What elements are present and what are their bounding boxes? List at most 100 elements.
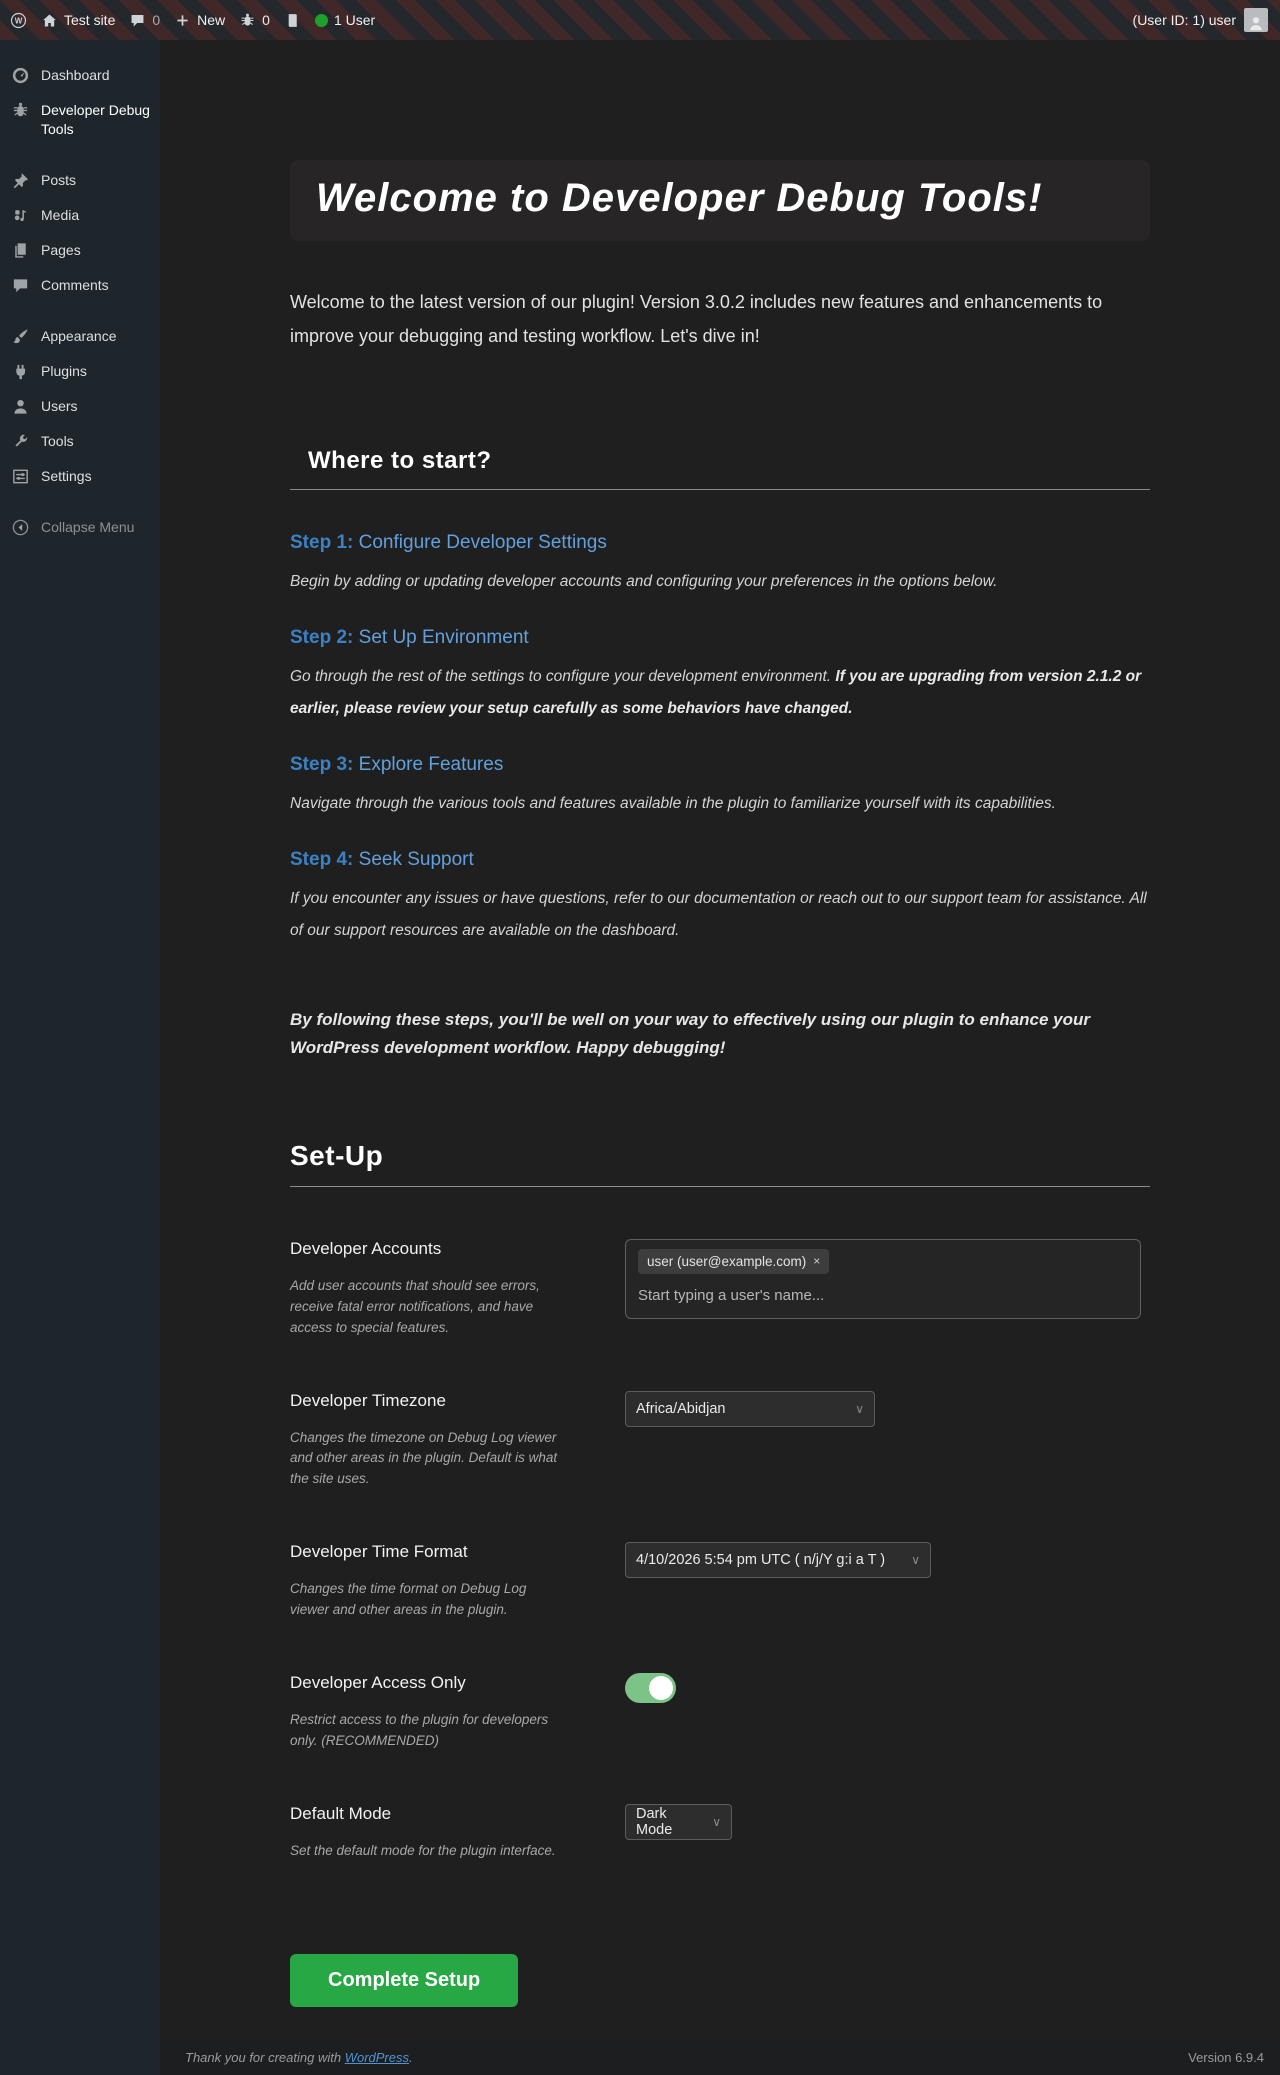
time-format-selected-value: 4/10/2026 5:54 pm UTC ( n/j/Y g:i a T ) [636, 1552, 885, 1568]
sidebar-item-label: Media [41, 206, 79, 225]
sidebar-item-label: Users [41, 397, 78, 416]
users-online-label: 1 User [334, 12, 375, 28]
page-title: Welcome to Developer Debug Tools! [316, 176, 1124, 221]
step-2: Step 2: Set Up Environment Go through th… [290, 627, 1150, 726]
sidebar-item-plugins[interactable]: Plugins [0, 354, 160, 389]
user-tag-label: user (user@example.com) [647, 1254, 806, 1269]
debug-count: 0 [262, 12, 270, 28]
developer-time-format-row: Developer Time Format Changes the time f… [290, 1542, 1150, 1621]
bug-icon [11, 101, 30, 120]
step-4: Step 4: Seek Support If you encounter an… [290, 849, 1150, 948]
new-content-menu[interactable]: New [174, 12, 225, 29]
plug-icon [11, 362, 30, 381]
new-label: New [197, 12, 225, 28]
developer-accounts-description: Add user accounts that should see errors… [290, 1276, 568, 1339]
sidebar-item-label: Plugins [41, 362, 87, 381]
footer-thanks-text: Thank you for creating with [185, 2050, 345, 2065]
step-description: Begin by adding or updating developer ac… [290, 573, 997, 590]
sidebar-item-tools[interactable]: Tools [0, 424, 160, 459]
default-mode-label: Default Mode [290, 1804, 625, 1824]
wordpress-link[interactable]: WordPress [345, 2050, 409, 2065]
where-to-start-title: Where to start? [290, 447, 1150, 475]
sidebar-item-label: Dashboard [41, 66, 110, 85]
developer-time-format-label: Developer Time Format [290, 1542, 625, 1562]
developer-timezone-select[interactable]: Africa/Abidjan ∨ [625, 1391, 875, 1427]
sidebar-item-media[interactable]: Media [0, 198, 160, 233]
developer-time-format-select[interactable]: 4/10/2026 5:54 pm UTC ( n/j/Y g:i a T ) … [625, 1542, 931, 1578]
admin-bar: W Test site 0 New 0 1 User (User ID: 1) … [0, 0, 1280, 40]
step-description: If you encounter any issues or have ques… [290, 890, 1147, 940]
developer-timezone-description: Changes the timezone on Debug Log viewer… [290, 1428, 568, 1491]
step-description: Go through the rest of the settings to c… [290, 668, 835, 685]
user-icon [11, 397, 30, 416]
step-title-link[interactable]: Set Up Environment [359, 627, 529, 648]
default-mode-select[interactable]: Dark Mode ∨ [625, 1804, 732, 1840]
step-prefix: Step 1: [290, 532, 353, 553]
complete-setup-button[interactable]: Complete Setup [290, 1954, 518, 2007]
sidebar-item-label: Tools [41, 432, 74, 451]
sidebar-item-developer-debug-tools[interactable]: Developer Debug Tools [0, 93, 160, 147]
step-title-link[interactable]: Configure Developer Settings [359, 532, 607, 553]
wrench-icon [11, 432, 30, 451]
person-icon [1247, 14, 1265, 32]
bug-icon [239, 12, 256, 29]
comments-shortcut[interactable]: 0 [129, 12, 160, 29]
sidebar-item-label: Settings [41, 467, 92, 486]
log-book-menu[interactable] [284, 12, 301, 29]
hero-banner: Welcome to Developer Debug Tools! [290, 160, 1150, 241]
avatar[interactable] [1244, 8, 1268, 32]
sidebar-item-posts[interactable]: Posts [0, 163, 160, 198]
sidebar-item-dashboard[interactable]: Dashboard [0, 58, 160, 93]
dashboard-icon [11, 66, 30, 85]
remove-tag-icon[interactable]: × [813, 1254, 820, 1268]
sidebar-item-users[interactable]: Users [0, 389, 160, 424]
default-mode-description: Set the default mode for the plugin inte… [290, 1841, 568, 1862]
step-title-link[interactable]: Explore Features [359, 754, 504, 775]
main-content: Welcome to Developer Debug Tools! Welcom… [160, 40, 1280, 2075]
intro-paragraph: Welcome to the latest version of our plu… [290, 285, 1150, 353]
sidebar-item-comments[interactable]: Comments [0, 268, 160, 303]
comment-icon [11, 276, 30, 295]
chevron-down-icon: ∨ [855, 1402, 864, 1416]
developer-timezone-label: Developer Timezone [290, 1391, 625, 1411]
developer-accounts-row: Developer Accounts Add user accounts tha… [290, 1239, 1150, 1339]
divider [290, 1186, 1150, 1187]
admin-sidebar: Dashboard Developer Debug Tools Posts Me… [0, 40, 160, 2075]
default-mode-row: Default Mode Set the default mode for th… [290, 1804, 1150, 1862]
chevron-down-icon: ∨ [911, 1553, 920, 1567]
collapse-menu-button[interactable]: Collapse Menu [0, 510, 160, 545]
settings-icon [11, 467, 30, 486]
step-3: Step 3: Explore Features Navigate throug… [290, 754, 1150, 821]
setup-form: Developer Accounts Add user accounts tha… [290, 1239, 1150, 1862]
developer-access-row: Developer Access Only Restrict access to… [290, 1673, 1150, 1752]
chevron-down-icon: ∨ [712, 1815, 721, 1829]
site-menu[interactable]: Test site [41, 12, 115, 29]
developer-accounts-input[interactable]: user (user@example.com) × Start typing a… [625, 1239, 1141, 1319]
wordpress-logo-icon[interactable]: W [10, 12, 27, 29]
step-description: Navigate through the various tools and f… [290, 795, 1056, 812]
step-title-link[interactable]: Seek Support [359, 849, 474, 870]
sidebar-item-label: Comments [41, 276, 109, 295]
step-prefix: Step 4: [290, 849, 353, 870]
admin-footer: Thank you for creating with WordPress. V… [160, 2039, 1280, 2075]
home-icon [41, 12, 58, 29]
pages-icon [11, 241, 30, 260]
sidebar-item-label: Appearance [41, 327, 117, 346]
plus-icon [174, 12, 191, 29]
current-user-label[interactable]: (User ID: 1) user [1133, 12, 1236, 28]
comment-bubble-icon [129, 12, 146, 29]
setup-title: Set-Up [290, 1140, 1150, 1172]
sidebar-item-label: Developer Debug Tools [41, 101, 152, 139]
debug-errors-menu[interactable]: 0 [239, 12, 270, 29]
closing-paragraph: By following these steps, you'll be well… [290, 1006, 1150, 1062]
users-online-menu[interactable]: 1 User [315, 12, 375, 28]
sidebar-item-label: Pages [41, 241, 81, 260]
site-name: Test site [64, 12, 115, 28]
sidebar-item-appearance[interactable]: Appearance [0, 319, 160, 354]
timezone-selected-value: Africa/Abidjan [636, 1401, 725, 1417]
sidebar-item-settings[interactable]: Settings [0, 459, 160, 494]
sidebar-item-pages[interactable]: Pages [0, 233, 160, 268]
developer-access-toggle[interactable] [625, 1673, 676, 1703]
sidebar-item-label: Posts [41, 171, 76, 190]
developer-access-description: Restrict access to the plugin for develo… [290, 1710, 568, 1752]
